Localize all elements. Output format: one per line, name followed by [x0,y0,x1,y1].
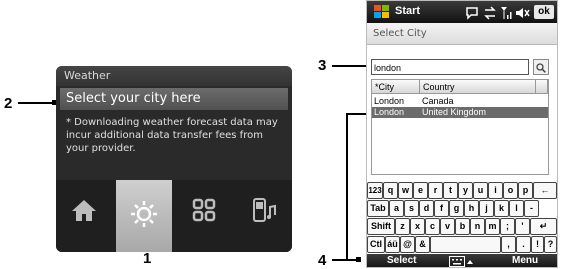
key-e[interactable]: e [413,182,428,199]
sun-icon [130,200,158,232]
callout-4-hline [346,113,368,115]
country-cell: Canada [422,96,454,106]
callout-2: 2 [4,95,13,112]
key-a[interactable]: a [389,200,404,217]
key-m[interactable]: m [485,218,500,235]
message-icon [465,5,479,24]
key-dash[interactable]: - [524,200,539,217]
tab-home[interactable] [56,192,112,232]
key-j[interactable]: j [479,200,494,217]
search-icon [536,58,546,77]
softkey-select[interactable]: Select [387,255,416,266]
key-q[interactable]: q [383,182,398,199]
key-i[interactable]: i [488,182,503,199]
key-o[interactable]: o [503,182,518,199]
column-header-city[interactable]: *City [372,80,420,94]
key-x[interactable]: x [410,218,425,235]
signal-icon [500,5,512,24]
page-title: Select City [367,23,557,45]
key-123[interactable]: 123 [367,182,383,199]
list-item-selected[interactable]: London United Kingdom [372,107,548,118]
key-s[interactable]: s [404,200,419,217]
callout-1: 1 [143,250,152,267]
connectivity-icon [483,5,497,24]
key-v[interactable]: v [440,218,455,235]
phone-screen: Start ok Select City london *City Countr… [366,0,558,268]
key-space[interactable] [430,236,501,253]
key-apostrophe[interactable]: ' [515,218,530,235]
volume-icon [515,5,531,24]
callout-4-dot [356,257,361,262]
key-y[interactable]: y [458,182,473,199]
column-header-country[interactable]: Country [420,80,536,94]
status-bar: Start ok [367,1,557,23]
weather-title: Weather [56,66,292,86]
key-u[interactable]: u [473,182,488,199]
keyboard-toggle-icon[interactable] [449,256,473,267]
key-accents[interactable]: áü [385,236,400,253]
key-z[interactable]: z [395,218,410,235]
select-city-prompt[interactable]: Select your city here [60,88,288,110]
city-cell: London [374,96,405,106]
softkey-bar: Select Menu [367,254,557,267]
key-tab[interactable]: Tab [367,200,389,217]
key-exclamation[interactable]: ! [531,236,544,253]
key-semicolon[interactable]: ; [500,218,515,235]
key-shift[interactable]: Shift [367,218,395,235]
callout-3: 3 [318,57,327,74]
key-ctl[interactable]: Ctl [367,236,385,253]
key-enter[interactable]: ↵ [530,218,557,235]
column-header-filler [536,80,548,94]
country-cell: United Kingdom [422,107,487,117]
tab-weather[interactable] [116,180,172,252]
city-search-input[interactable]: london [371,59,529,75]
key-b[interactable]: b [455,218,470,235]
key-comma[interactable]: , [501,236,516,253]
list-item[interactable]: London Canada [372,96,548,107]
start-label[interactable]: Start [395,5,420,17]
key-p[interactable]: p [518,182,533,199]
phone-music-icon [251,197,277,227]
key-backspace[interactable]: ← [533,182,557,199]
windows-start-icon[interactable] [373,4,391,24]
softkey-menu[interactable]: Menu [512,255,538,266]
callout-2-line [18,102,54,104]
search-button[interactable] [533,59,549,75]
key-w[interactable]: w [398,182,413,199]
key-k[interactable]: k [494,200,509,217]
key-period[interactable]: . [516,236,531,253]
callout-4-vline [346,113,348,259]
weather-panel: Weather Select your city here * Download… [56,66,292,252]
grid-icon [192,198,216,226]
key-l[interactable]: l [509,200,524,217]
key-h[interactable]: h [464,200,479,217]
key-t[interactable]: t [443,182,458,199]
tab-apps[interactable] [176,192,232,232]
key-at[interactable]: @ [400,236,415,253]
soft-keyboard: 123 q w e r t y u i o p ← Tab a s d f g … [367,177,557,255]
ok-button[interactable]: ok [534,5,554,19]
key-d[interactable]: d [419,200,434,217]
key-c[interactable]: c [425,218,440,235]
data-fee-note: * Downloading weather forecast data may … [66,117,278,154]
key-n[interactable]: n [470,218,485,235]
tab-phone-music[interactable] [236,192,292,232]
key-ampersand[interactable]: & [415,236,430,253]
home-icon [71,198,97,226]
key-f[interactable]: f [434,200,449,217]
callout-4: 4 [318,252,327,269]
key-question[interactable]: ? [544,236,557,253]
callout-3-line [332,65,368,67]
key-r[interactable]: r [428,182,443,199]
city-cell: London [374,107,405,117]
weather-tab-bar [56,180,292,252]
key-g[interactable]: g [449,200,464,217]
city-results-list: *City Country London Canada London Unite… [371,79,549,175]
